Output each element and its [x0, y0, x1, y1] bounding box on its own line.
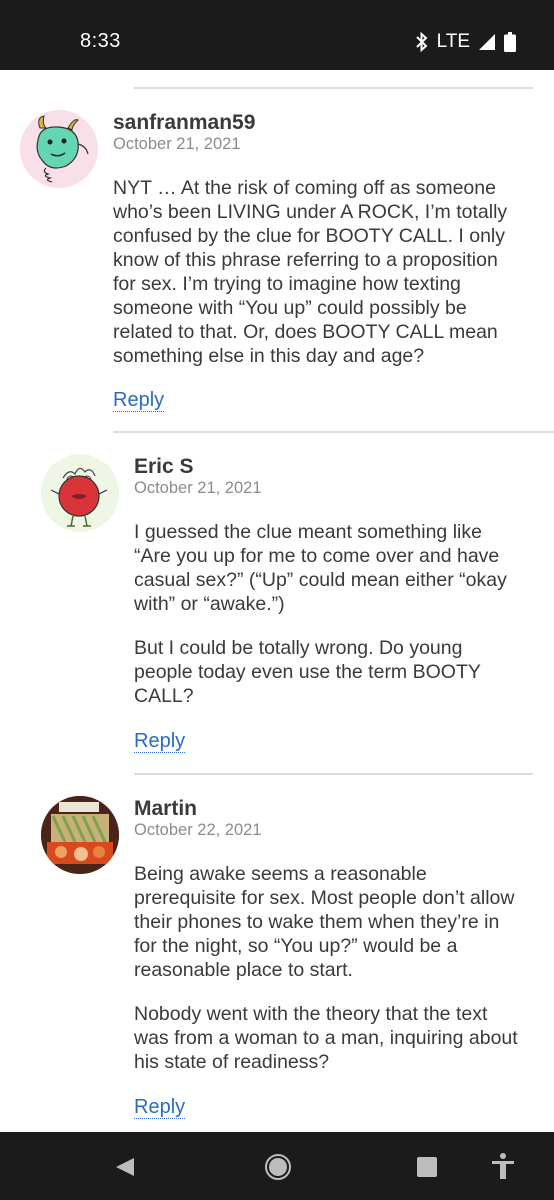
status-bar: 8:33 LTE	[0, 0, 554, 70]
comment-paragraph: Being awake seems a reasonable prerequis…	[134, 863, 515, 981]
signal-icon	[478, 33, 496, 51]
red-monster-avatar	[41, 454, 119, 532]
reply-link[interactable]: Reply	[113, 389, 165, 412]
comment-date: October 21, 2021	[134, 479, 262, 497]
comment-body: NYT … At the risk of coming off as someo…	[113, 176, 525, 388]
bluetooth-icon	[415, 32, 429, 52]
comment-martin: Martin October 22, 2021 Being awake seem…	[0, 774, 554, 1132]
home-icon[interactable]	[264, 1153, 292, 1186]
comment-date: October 21, 2021	[113, 135, 241, 153]
comment-date: October 22, 2021	[134, 821, 262, 839]
recents-icon[interactable]	[416, 1156, 438, 1183]
reply-link[interactable]: Reply	[134, 1096, 186, 1119]
monster-avatar	[20, 110, 98, 188]
navigation-bar	[0, 1132, 554, 1200]
comment-paragraph: NYT … At the risk of coming off as someo…	[113, 177, 508, 367]
network-label: LTE	[436, 31, 470, 52]
comment-paragraph: I guessed the clue meant something like …	[134, 521, 507, 615]
comment-paragraph: Nobody went with the theory that the tex…	[134, 1003, 518, 1073]
comment-paragraph: But I could be totally wrong. Do young p…	[134, 637, 481, 707]
comment-author: Eric S	[134, 455, 194, 478]
back-icon[interactable]	[114, 1156, 136, 1183]
reply-link[interactable]: Reply	[134, 730, 186, 753]
comment-sanfranman59: sanfranman59 October 21, 2021 NYT … At t…	[0, 70, 554, 430]
food-photo-avatar	[41, 796, 119, 874]
comment-eric-s: Eric S October 21, 2021 I guessed the cl…	[0, 432, 554, 772]
comment-body: I guessed the clue meant something like …	[134, 520, 524, 728]
status-time: 8:33	[80, 30, 121, 52]
comment-body: Being awake seems a reasonable prerequis…	[134, 862, 524, 1094]
comment-author: sanfranman59	[113, 111, 256, 134]
comment-thread[interactable]: sanfranman59 October 21, 2021 NYT … At t…	[0, 70, 554, 1132]
comment-author: Martin	[134, 797, 197, 820]
battery-icon	[504, 32, 516, 52]
status-icons: LTE	[415, 31, 516, 53]
accessibility-icon[interactable]	[490, 1152, 516, 1185]
